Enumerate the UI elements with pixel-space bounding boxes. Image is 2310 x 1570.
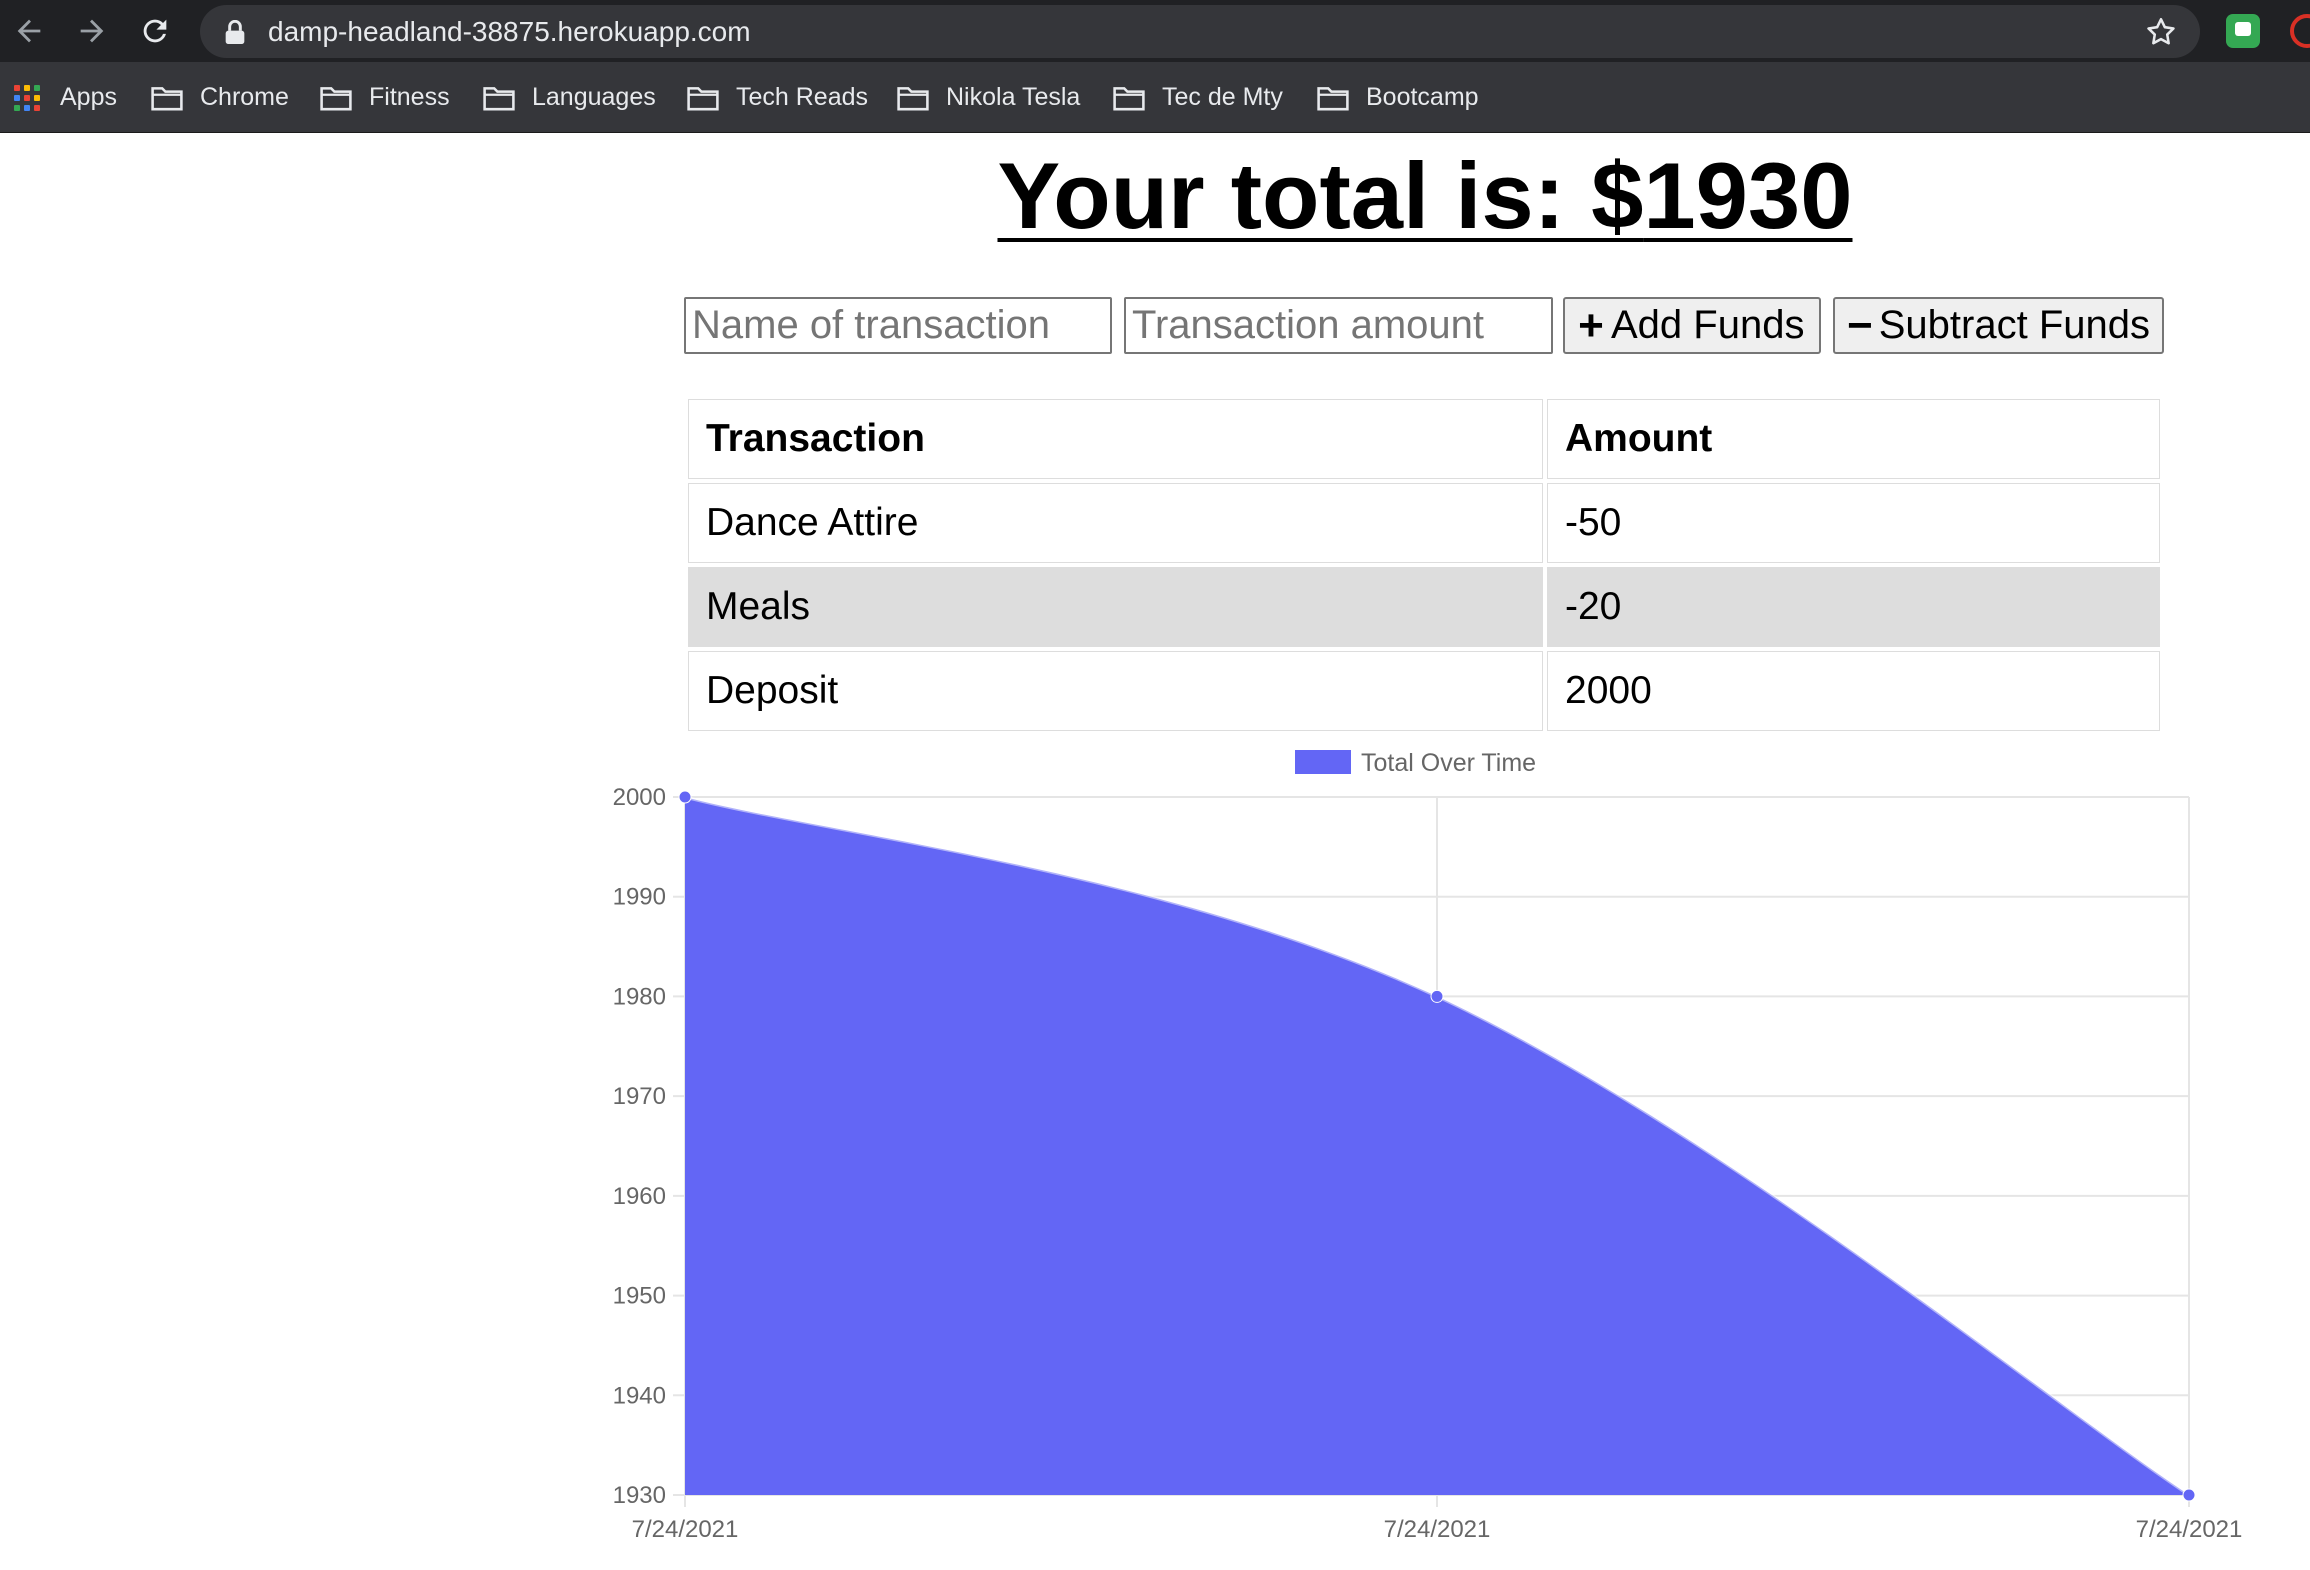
y-tick-label: 1930 — [613, 1482, 666, 1509]
bookmark-label: Tec de Mty — [1162, 83, 1283, 111]
x-tick-label: 7/24/2021 — [632, 1516, 739, 1543]
transaction-amount-input[interactable] — [1124, 297, 1553, 354]
table-row: Dance Attire -50 — [688, 483, 2160, 563]
total-heading: Your total is: $1930 — [0, 142, 2310, 250]
transaction-amount-cell: -20 — [1547, 567, 2160, 647]
extension-blocked-icon[interactable] — [2290, 14, 2310, 48]
bookmark-label: Nikola Tesla — [946, 83, 1081, 111]
extension-icon[interactable] — [2226, 14, 2260, 48]
transactions-table: Transaction Amount Dance Attire -50 Meal… — [684, 395, 2164, 735]
browser-toolbar: damp-headland-38875.herokuapp.com — [0, 0, 2310, 62]
bookmarks-bar: Apps Chrome Fitness Languages Tech Reads… — [0, 62, 2310, 133]
total-value: 1930 — [1643, 143, 1853, 248]
legend-swatch — [1295, 750, 1351, 774]
address-bar[interactable]: damp-headland-38875.herokuapp.com — [200, 5, 2200, 58]
y-tick-label: 1970 — [613, 1083, 666, 1110]
legend-label: Total Over Time — [1361, 749, 1536, 777]
bookmark-label: Languages — [532, 83, 656, 111]
transaction-name-cell: Dance Attire — [688, 483, 1543, 563]
reload-icon[interactable] — [132, 8, 178, 54]
x-tick-label: 7/24/2021 — [1384, 1516, 1491, 1543]
header-amount: Amount — [1547, 399, 2160, 479]
plus-icon: + — [1578, 300, 1604, 350]
y-tick-label: 2000 — [613, 784, 666, 811]
bookmark-star-icon[interactable] — [2144, 15, 2178, 49]
total-prefix: Your total is: $ — [997, 143, 1644, 248]
bookmark-fitness[interactable]: Fitness — [320, 62, 450, 133]
bookmark-label: Apps — [60, 83, 117, 111]
subtract-funds-label: Subtract Funds — [1878, 303, 2150, 347]
bookmark-languages[interactable]: Languages — [483, 62, 656, 133]
forward-icon[interactable] — [69, 8, 115, 54]
table-row: Deposit 2000 — [688, 651, 2160, 731]
y-tick-label: 1950 — [613, 1283, 666, 1310]
back-icon[interactable] — [6, 8, 52, 54]
bookmark-apps[interactable]: Apps — [14, 62, 117, 133]
bookmark-chrome[interactable]: Chrome — [151, 62, 289, 133]
folder-icon — [897, 86, 929, 110]
data-point — [678, 790, 692, 804]
url-text: damp-headland-38875.herokuapp.com — [268, 16, 751, 47]
bookmark-label: Fitness — [369, 83, 450, 111]
apps-grid-icon — [14, 84, 40, 111]
bookmark-tech-reads[interactable]: Tech Reads — [687, 62, 868, 133]
table-header-row: Transaction Amount — [688, 399, 2160, 479]
add-funds-button[interactable]: + Add Funds — [1563, 297, 1821, 354]
folder-icon — [151, 86, 183, 110]
data-point — [1430, 989, 1444, 1003]
bookmark-tec-de-mty[interactable]: Tec de Mty — [1113, 62, 1283, 133]
bookmark-label: Chrome — [200, 83, 289, 111]
bookmark-bootcamp[interactable]: Bootcamp — [1317, 62, 1479, 133]
lock-icon — [225, 20, 245, 44]
data-point — [2182, 1488, 2196, 1502]
header-transaction: Transaction — [688, 399, 1543, 479]
folder-icon — [320, 86, 352, 110]
minus-icon: − — [1847, 300, 1873, 350]
y-tick-label: 1940 — [613, 1382, 666, 1409]
subtract-funds-button[interactable]: − Subtract Funds — [1833, 297, 2164, 354]
folder-icon — [1317, 86, 1349, 110]
add-funds-label: Add Funds — [1611, 303, 1805, 347]
folder-icon — [1113, 86, 1145, 110]
transaction-amount-cell: -50 — [1547, 483, 2160, 563]
x-tick-label: 7/24/2021 — [2136, 1516, 2243, 1543]
transaction-name-cell: Deposit — [688, 651, 1543, 731]
bookmark-label: Bootcamp — [1366, 83, 1479, 111]
transaction-name-cell: Meals — [688, 567, 1543, 647]
bookmark-nikola-tesla[interactable]: Nikola Tesla — [897, 62, 1080, 133]
table-row: Meals -20 — [688, 567, 2160, 647]
y-tick-label: 1960 — [613, 1183, 666, 1210]
folder-icon — [687, 86, 719, 110]
transaction-amount-cell: 2000 — [1547, 651, 2160, 731]
bookmark-label: Tech Reads — [736, 83, 869, 111]
folder-icon — [483, 86, 515, 110]
y-tick-label: 1980 — [613, 983, 666, 1010]
total-over-time-chart: 2000 1990 1980 1970 1960 1950 1940 1930 7/24/202… — [613, 749, 2243, 1543]
transaction-name-input[interactable] — [684, 297, 1112, 354]
y-tick-label: 1990 — [613, 884, 666, 911]
